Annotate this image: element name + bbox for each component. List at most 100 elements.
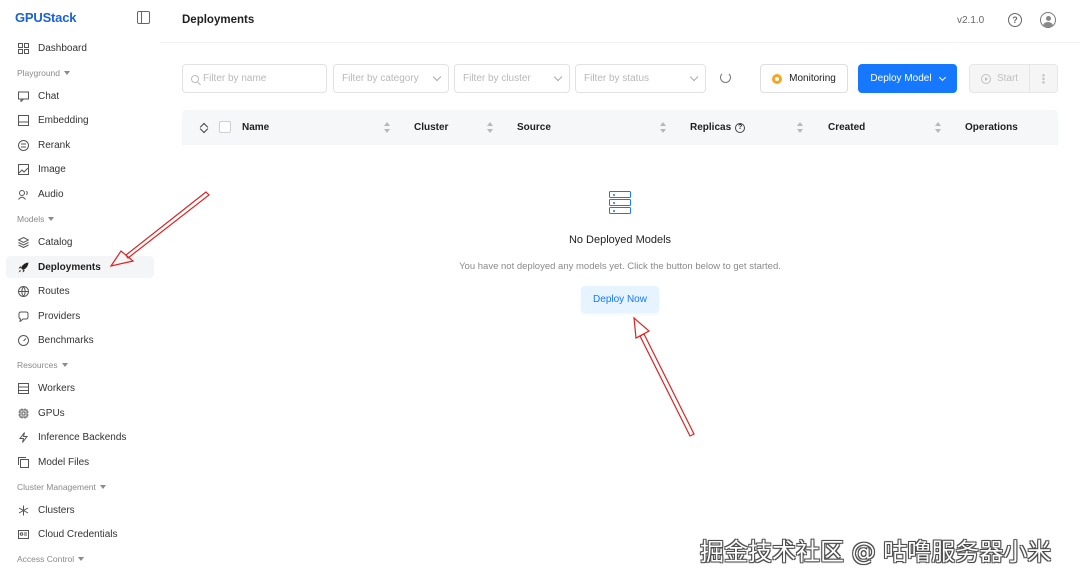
deploy-model-button[interactable]: Deploy Model bbox=[858, 64, 957, 93]
caret-down-icon bbox=[78, 557, 85, 561]
sidebar-item-model-files[interactable]: Model Files bbox=[6, 451, 154, 473]
monitoring-icon bbox=[772, 73, 783, 84]
credential-icon bbox=[17, 528, 29, 540]
lightning-icon bbox=[17, 431, 29, 443]
nav-group-cluster-management[interactable]: Cluster Management bbox=[17, 482, 106, 492]
caret-down-icon bbox=[99, 485, 106, 489]
nav-group-resources[interactable]: Resources bbox=[17, 360, 68, 370]
user-avatar-icon[interactable] bbox=[1040, 12, 1056, 28]
sidebar-item-label: Model Files bbox=[38, 456, 90, 468]
sidebar-item-label: Providers bbox=[38, 310, 81, 322]
image-icon bbox=[17, 163, 29, 175]
sort-icon[interactable] bbox=[935, 122, 941, 133]
select-all-checkbox[interactable] bbox=[219, 121, 231, 133]
sidebar-item-label: Workers bbox=[38, 382, 76, 394]
refresh-icon[interactable] bbox=[720, 72, 731, 83]
sidebar-collapse-icon[interactable] bbox=[137, 11, 150, 24]
play-icon bbox=[980, 73, 991, 84]
caret-down-icon bbox=[64, 71, 71, 75]
chevron-down-icon bbox=[689, 72, 699, 82]
chevron-down-icon bbox=[938, 73, 946, 81]
sidebar-item-providers[interactable]: Providers bbox=[6, 305, 154, 327]
sort-icon[interactable] bbox=[384, 122, 390, 133]
watermark-text: 掘金技术社区 @ 咕噜服务器小米 bbox=[700, 538, 1052, 566]
column-header-name[interactable]: Name bbox=[242, 110, 269, 145]
chat-icon bbox=[17, 90, 29, 102]
sidebar-item-dashboard[interactable]: Dashboard bbox=[6, 37, 154, 59]
empty-state-title: No Deployed Models bbox=[568, 234, 672, 246]
chip-icon bbox=[17, 407, 29, 419]
page-title: Deployments bbox=[182, 14, 255, 26]
empty-state-description: You have not deployed any models yet. Cl… bbox=[459, 261, 781, 272]
sort-icon[interactable] bbox=[797, 122, 803, 133]
sidebar-item-inference-backends[interactable]: Inference Backends bbox=[6, 426, 154, 448]
sidebar-item-workers[interactable]: Workers bbox=[6, 377, 154, 399]
sidebar-item-label: Dashboard bbox=[38, 42, 87, 54]
nav-group-playground[interactable]: Playground bbox=[17, 68, 71, 78]
sidebar-item-label: Cloud Credentials bbox=[38, 528, 118, 540]
dashboard-icon bbox=[17, 42, 29, 54]
sidebar-item-label: Chat bbox=[38, 90, 60, 102]
column-header-source[interactable]: Source bbox=[517, 110, 551, 145]
version-label: v2.1.0 bbox=[957, 15, 985, 26]
sidebar-item-label: Clusters bbox=[38, 504, 75, 516]
sidebar-item-audio[interactable]: Audio bbox=[6, 183, 154, 205]
server-icon bbox=[17, 382, 29, 394]
nav-group-models[interactable]: Models bbox=[17, 214, 55, 224]
chevron-down-icon bbox=[432, 72, 442, 82]
audio-icon bbox=[17, 188, 29, 200]
caret-down-icon bbox=[48, 217, 55, 221]
start-button[interactable]: Start bbox=[969, 64, 1030, 93]
header-divider bbox=[160, 42, 1080, 43]
filter-name-input[interactable]: Filter by name bbox=[182, 64, 327, 93]
sidebar-item-image[interactable]: Image bbox=[6, 158, 154, 180]
sidebar-item-label: Inference Backends bbox=[38, 431, 127, 443]
sidebar-item-label: Benchmarks bbox=[38, 334, 94, 346]
column-header-created[interactable]: Created bbox=[828, 110, 865, 145]
sidebar-item-chat[interactable]: Chat bbox=[6, 85, 154, 107]
app-logo[interactable]: GPUStack bbox=[15, 10, 76, 25]
sidebar-item-label: Audio bbox=[38, 188, 64, 200]
gauge-icon bbox=[17, 334, 29, 346]
table-header: Name Cluster Source Replicas? Created Op… bbox=[182, 110, 1058, 145]
providers-icon bbox=[17, 310, 29, 322]
routes-icon bbox=[17, 285, 29, 297]
deploy-now-button[interactable]: Deploy Now bbox=[581, 286, 659, 313]
sidebar-item-cloud-credentials[interactable]: Cloud Credentials bbox=[6, 523, 154, 545]
filter-status-select[interactable]: Filter by status bbox=[575, 64, 706, 93]
help-icon[interactable]: ? bbox=[735, 122, 746, 133]
sort-icon[interactable] bbox=[487, 122, 493, 133]
sort-icon[interactable] bbox=[660, 122, 666, 133]
filter-category-select[interactable]: Filter by category bbox=[333, 64, 449, 93]
server-list-icon bbox=[608, 191, 632, 215]
column-header-replicas[interactable]: Replicas? bbox=[690, 110, 746, 145]
monitoring-button[interactable]: Monitoring bbox=[760, 64, 848, 93]
nav-group-access-control[interactable]: Access Control bbox=[17, 554, 85, 564]
chevron-down-icon bbox=[553, 72, 563, 82]
caret-down-icon bbox=[61, 363, 68, 367]
sidebar-item-label: GPUs bbox=[38, 407, 65, 419]
column-header-cluster[interactable]: Cluster bbox=[414, 110, 448, 145]
sidebar-item-clusters[interactable]: Clusters bbox=[6, 499, 154, 521]
arrow-to-deploy-now bbox=[633, 316, 695, 437]
help-icon[interactable]: ? bbox=[1008, 13, 1022, 27]
expand-all-icon[interactable] bbox=[201, 122, 208, 133]
sidebar-item-label: Rerank bbox=[38, 139, 71, 151]
rerank-icon bbox=[17, 139, 29, 151]
sidebar-item-embedding[interactable]: Embedding bbox=[6, 109, 154, 131]
sidebar-item-benchmarks[interactable]: Benchmarks bbox=[6, 329, 154, 351]
embedding-icon bbox=[17, 114, 29, 126]
sidebar-item-label: Routes bbox=[38, 285, 70, 297]
column-header-operations: Operations bbox=[965, 122, 1018, 133]
files-icon bbox=[17, 456, 29, 468]
sidebar-item-label: Image bbox=[38, 163, 66, 175]
more-actions-button[interactable]: ⋮ bbox=[1029, 64, 1058, 93]
sidebar-item-routes[interactable]: Routes bbox=[6, 280, 154, 302]
search-icon bbox=[191, 74, 199, 83]
sidebar-item-rerank[interactable]: Rerank bbox=[6, 134, 154, 156]
sidebar-item-label: Embedding bbox=[38, 114, 89, 126]
cluster-icon bbox=[17, 504, 29, 516]
sidebar: GPUStack Dashboard Playground Chat Embed… bbox=[0, 0, 160, 578]
sidebar-item-gpus[interactable]: GPUs bbox=[6, 402, 154, 424]
filter-cluster-select[interactable]: Filter by cluster bbox=[454, 64, 570, 93]
